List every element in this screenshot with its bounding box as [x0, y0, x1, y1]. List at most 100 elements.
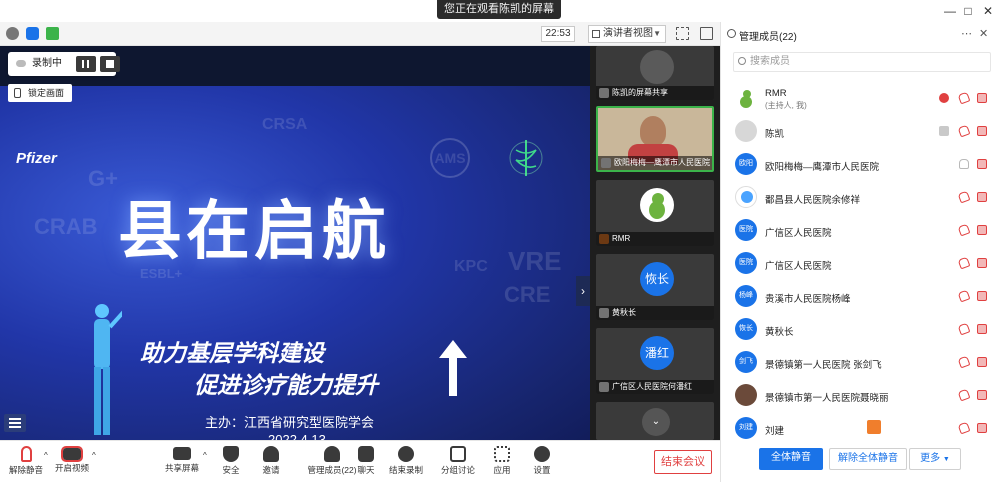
video-tile-pan[interactable]: 潘红 广信区人民医院何潘红 — [596, 328, 714, 394]
cartoon-avatar — [735, 186, 757, 208]
chat-icon — [358, 446, 374, 462]
end-meeting-button[interactable]: 结束会议 — [654, 450, 712, 474]
video-off-icon[interactable] — [977, 225, 987, 235]
member-row[interactable]: 剑飞 景德镇第一人民医院 张剑飞 — [721, 346, 1000, 379]
video-tile-partial[interactable]: ⌄ — [596, 402, 714, 440]
member-row[interactable]: 陈凯 — [721, 115, 1000, 148]
member-row[interactable]: 医院 广信区人民医院 — [721, 247, 1000, 280]
video-off-icon[interactable] — [977, 126, 987, 136]
video-tile-caption: 广信区人民医院何潘红 — [596, 380, 714, 394]
pause-icon-bar — [87, 60, 89, 68]
mic-off-icon[interactable] — [957, 91, 971, 105]
rising-arrow-icon — [439, 340, 467, 396]
member-row[interactable]: 景德镇市第一人民医院聂晓丽 — [721, 379, 1000, 412]
settings-button[interactable]: 设置 — [516, 444, 568, 482]
watermark-g: G+ — [88, 166, 118, 191]
stop-recording-button[interactable] — [100, 56, 120, 72]
stop-recording-toolbar-button[interactable]: 结束录制 — [380, 444, 432, 482]
slide-host: 主办：江西省研究型医院学会 — [205, 415, 375, 430]
stop-icon — [106, 60, 114, 68]
video-off-icon[interactable] — [977, 390, 987, 400]
shared-screen[interactable]: AMS G+ CRAB VRE ESBL+ KPC CRE CRSA Pfize… — [0, 46, 590, 440]
chevron-down-icon: ▼ — [653, 29, 661, 38]
video-off-icon[interactable] — [977, 258, 987, 268]
member-row[interactable]: 欧阳 欧阳梅梅—鹰潭市人民医院 — [721, 148, 1000, 181]
video-tile-caption: 陈凯的屏幕共享 — [596, 86, 714, 100]
watermark-kpc: KPC — [454, 258, 488, 275]
unmute-all-button[interactable]: 解除全体静音 — [829, 448, 907, 470]
text-avatar: 剑飞 — [735, 351, 757, 373]
collapse-strip-arrow-icon[interactable]: › — [576, 276, 590, 306]
toolbar-label: 邀请 — [262, 465, 280, 475]
mic-off-icon[interactable] — [957, 124, 971, 138]
video-off-icon[interactable] — [977, 423, 987, 433]
member-row[interactable]: 恢长 黄秋长 — [721, 313, 1000, 346]
text-avatar: 医院 — [735, 219, 757, 241]
pin-icon — [14, 88, 21, 98]
video-tile-huang[interactable]: 恢长 黄秋长 — [596, 254, 714, 320]
lock-view-button[interactable]: 锁定画面 — [8, 84, 72, 102]
security-shield-icon[interactable] — [26, 27, 39, 40]
info-icon[interactable] — [6, 27, 19, 40]
apps-icon — [494, 446, 510, 462]
mic-off-icon[interactable] — [957, 223, 971, 237]
search-placeholder: 搜索成员 — [750, 56, 790, 67]
member-row[interactable]: 杨峰 贵溪市人民医院杨峰 — [721, 280, 1000, 313]
close-panel-icon[interactable]: ✕ — [979, 27, 988, 40]
mute-all-button[interactable]: 全体静音 — [759, 448, 823, 470]
start-video-button[interactable]: 开启视频 — [46, 444, 98, 482]
participants-panel: 管理成员(22) ⋯ ✕ 搜索成员 RMR (主持人, 我) 陈凯 欧阳 欧阳梅… — [720, 22, 1000, 482]
more-options-icon[interactable]: ⋯ — [961, 27, 972, 40]
view-mode-select[interactable]: 演讲者视图 ▼ — [588, 25, 666, 43]
unmute-button[interactable]: 解除静音 — [0, 444, 52, 482]
mic-off-icon[interactable] — [957, 388, 971, 402]
video-off-icon[interactable] — [977, 93, 987, 103]
mic-on-icon[interactable] — [959, 159, 969, 169]
record-icon — [398, 446, 414, 462]
video-off-icon[interactable] — [977, 324, 987, 334]
slide-subtitle-1: 助力基层学科建设 — [140, 340, 324, 366]
member-row[interactable]: RMR (主持人, 我) — [721, 82, 1000, 115]
member-row[interactable]: 刘建 刘建 — [721, 412, 1000, 445]
recording-label: 录制中 — [32, 58, 62, 69]
invite-button[interactable]: 邀请 — [245, 444, 297, 482]
member-name: 景德镇市第一人民医院聂晓丽 — [765, 393, 889, 404]
close-icon[interactable]: ✕ — [980, 3, 996, 19]
meeting-bar: 22:53 演讲者视图 ▼ — [0, 22, 720, 46]
presenter-figure-icon — [94, 304, 122, 435]
app-badge-icon — [867, 420, 881, 434]
member-row[interactable]: 医院 广信区人民医院 — [721, 214, 1000, 247]
video-off-icon[interactable] — [977, 192, 987, 202]
maximize-icon[interactable]: □ — [960, 3, 976, 19]
video-off-icon — [61, 446, 83, 462]
mic-off-icon[interactable] — [957, 256, 971, 270]
mic-off-icon[interactable] — [957, 289, 971, 303]
member-search-input[interactable]: 搜索成员 — [733, 52, 991, 72]
member-name: 黄秋长 — [765, 327, 794, 338]
mic-off-icon[interactable] — [957, 190, 971, 204]
video-off-icon[interactable] — [977, 357, 987, 367]
video-tile-share[interactable]: 陈凯的屏幕共享 — [596, 46, 714, 100]
scroll-down-icon[interactable]: ⌄ — [642, 408, 670, 436]
text-avatar: 恢长 — [735, 318, 757, 340]
mic-off-icon[interactable] — [957, 421, 971, 435]
recording-cloud-icon — [939, 93, 949, 103]
more-button[interactable]: 更多 ▼ — [909, 448, 961, 470]
shield-icon — [223, 446, 239, 462]
participant-list-icon[interactable] — [4, 414, 26, 432]
video-options-caret-icon[interactable]: ^ — [92, 451, 96, 460]
member-row[interactable]: 鄱昌县人民医院余修祥 — [721, 181, 1000, 214]
mic-off-icon[interactable] — [957, 355, 971, 369]
video-tile-rmr[interactable]: RMR — [596, 180, 714, 246]
minimize-icon[interactable]: — — [942, 3, 958, 19]
video-off-icon[interactable] — [977, 291, 987, 301]
pause-recording-button[interactable] — [76, 56, 96, 72]
video-tile-caption: 欧阳梅梅—鹰潭市人民医院 — [598, 156, 712, 170]
signal-icon[interactable] — [46, 27, 59, 40]
mic-off-icon[interactable] — [957, 322, 971, 336]
fullscreen-icon[interactable] — [676, 27, 689, 40]
layout-icon[interactable] — [700, 27, 713, 40]
video-tile-camera[interactable]: 欧阳梅梅—鹰潭市人民医院 — [596, 106, 714, 172]
share-screen-button[interactable]: 共享屏幕 — [156, 444, 208, 482]
video-off-icon[interactable] — [977, 159, 987, 169]
